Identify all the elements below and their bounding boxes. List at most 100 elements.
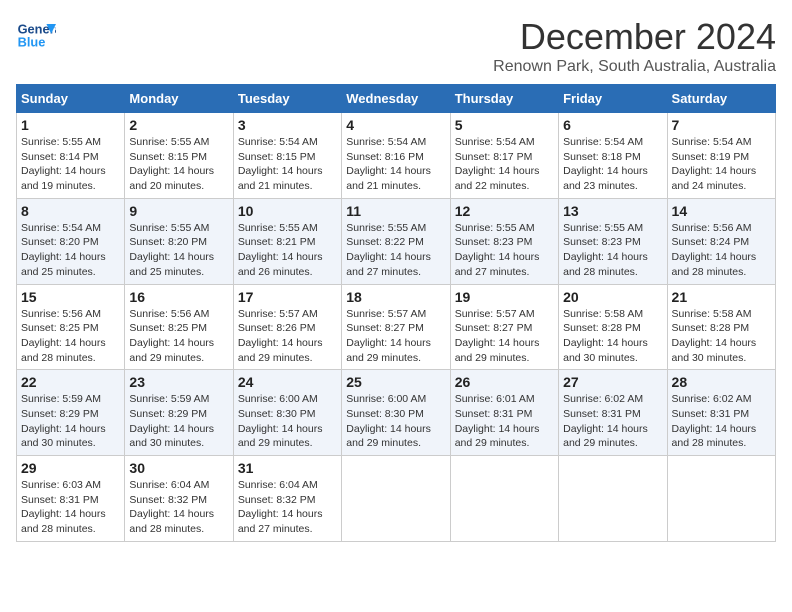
cell-daylight-info: Sunrise: 5:57 AM Sunset: 8:27 PM Dayligh… xyxy=(346,307,445,366)
day-number: 18 xyxy=(346,289,445,305)
day-number: 22 xyxy=(21,374,120,390)
calendar-cell: 21 Sunrise: 5:58 AM Sunset: 8:28 PM Dayli… xyxy=(667,284,775,370)
calendar-cell: 22 Sunrise: 5:59 AM Sunset: 8:29 PM Dayli… xyxy=(17,370,125,456)
day-number: 21 xyxy=(672,289,771,305)
calendar-cell: 11 Sunrise: 5:55 AM Sunset: 8:22 PM Dayli… xyxy=(342,198,450,284)
calendar-cell: 6Sunrise: 5:54 AM Sunset: 8:18 PM Daylig… xyxy=(559,113,667,199)
day-number: 14 xyxy=(672,203,771,219)
cell-daylight-info: Sunrise: 5:58 AM Sunset: 8:28 PM Dayligh… xyxy=(563,307,662,366)
calendar-cell: 30 Sunrise: 6:04 AM Sunset: 8:32 PM Dayli… xyxy=(125,456,233,542)
weekday-header-monday: Monday xyxy=(125,85,233,113)
calendar-cell: 2 Sunrise: 5:55 AM Sunset: 8:15 PM Daylig… xyxy=(125,113,233,199)
calendar-cell xyxy=(667,456,775,542)
location: Renown Park, South Australia, Australia xyxy=(493,58,776,76)
month-title: December 2024 xyxy=(493,16,776,58)
cell-daylight-info: Sunrise: 6:02 AM Sunset: 8:31 PM Dayligh… xyxy=(563,392,662,451)
calendar-cell: 12Sunrise: 5:55 AM Sunset: 8:23 PM Dayli… xyxy=(450,198,558,284)
cell-daylight-info: Sunrise: 5:56 AM Sunset: 8:24 PM Dayligh… xyxy=(672,221,771,280)
day-number: 24 xyxy=(238,374,337,390)
cell-daylight-info: Sunrise: 5:57 AM Sunset: 8:27 PM Dayligh… xyxy=(455,307,554,366)
cell-daylight-info: Sunrise: 5:59 AM Sunset: 8:29 PM Dayligh… xyxy=(129,392,228,451)
calendar-cell: 20 Sunrise: 5:58 AM Sunset: 8:28 PM Dayli… xyxy=(559,284,667,370)
calendar-cell: 18 Sunrise: 5:57 AM Sunset: 8:27 PM Dayli… xyxy=(342,284,450,370)
calendar-cell: 10 Sunrise: 5:55 AM Sunset: 8:21 PM Dayli… xyxy=(233,198,341,284)
cell-daylight-info: Sunrise: 5:56 AM Sunset: 8:25 PM Dayligh… xyxy=(21,307,120,366)
page-header: General Blue December 2024 Renown Park, … xyxy=(16,16,776,76)
calendar-cell: 4 Sunrise: 5:54 AM Sunset: 8:16 PM Daylig… xyxy=(342,113,450,199)
calendar-cell: 13 Sunrise: 5:55 AM Sunset: 8:23 PM Dayli… xyxy=(559,198,667,284)
cell-daylight-info: Sunrise: 5:55 AM Sunset: 8:23 PM Dayligh… xyxy=(563,221,662,280)
weekday-header-tuesday: Tuesday xyxy=(233,85,341,113)
day-number: 13 xyxy=(563,203,662,219)
calendar-table: SundayMondayTuesdayWednesdayThursdayFrid… xyxy=(16,84,776,542)
calendar-cell: 24 Sunrise: 6:00 AM Sunset: 8:30 PM Dayli… xyxy=(233,370,341,456)
calendar-cell: 25 Sunrise: 6:00 AM Sunset: 8:30 PM Dayli… xyxy=(342,370,450,456)
calendar-cell: 8Sunrise: 5:54 AM Sunset: 8:20 PM Daylig… xyxy=(17,198,125,284)
weekday-header-thursday: Thursday xyxy=(450,85,558,113)
calendar-cell: 31 Sunrise: 6:04 AM Sunset: 8:32 PM Dayli… xyxy=(233,456,341,542)
day-number: 23 xyxy=(129,374,228,390)
day-number: 2 xyxy=(129,117,228,133)
day-number: 4 xyxy=(346,117,445,133)
day-number: 7 xyxy=(672,117,771,133)
cell-daylight-info: Sunrise: 5:55 AM Sunset: 8:22 PM Dayligh… xyxy=(346,221,445,280)
weekday-header-saturday: Saturday xyxy=(667,85,775,113)
title-block: December 2024 Renown Park, South Austral… xyxy=(493,16,776,76)
day-number: 11 xyxy=(346,203,445,219)
calendar-cell xyxy=(450,456,558,542)
day-number: 5 xyxy=(455,117,554,133)
cell-daylight-info: Sunrise: 5:59 AM Sunset: 8:29 PM Dayligh… xyxy=(21,392,120,451)
calendar-cell: 15 Sunrise: 5:56 AM Sunset: 8:25 PM Dayli… xyxy=(17,284,125,370)
cell-daylight-info: Sunrise: 5:58 AM Sunset: 8:28 PM Dayligh… xyxy=(672,307,771,366)
cell-daylight-info: Sunrise: 5:55 AM Sunset: 8:21 PM Dayligh… xyxy=(238,221,337,280)
cell-daylight-info: Sunrise: 5:54 AM Sunset: 8:16 PM Dayligh… xyxy=(346,135,445,194)
day-number: 6 xyxy=(563,117,662,133)
calendar-cell: 16Sunrise: 5:56 AM Sunset: 8:25 PM Dayli… xyxy=(125,284,233,370)
cell-daylight-info: Sunrise: 5:54 AM Sunset: 8:20 PM Dayligh… xyxy=(21,221,120,280)
logo: General Blue xyxy=(16,16,60,56)
day-number: 28 xyxy=(672,374,771,390)
cell-daylight-info: Sunrise: 6:03 AM Sunset: 8:31 PM Dayligh… xyxy=(21,478,120,537)
day-number: 3 xyxy=(238,117,337,133)
day-number: 19 xyxy=(455,289,554,305)
cell-daylight-info: Sunrise: 5:55 AM Sunset: 8:23 PM Dayligh… xyxy=(455,221,554,280)
calendar-cell: 1 Sunrise: 5:55 AM Sunset: 8:14 PM Daylig… xyxy=(17,113,125,199)
svg-text:Blue: Blue xyxy=(18,34,46,49)
calendar-cell: 27 Sunrise: 6:02 AM Sunset: 8:31 PM Dayli… xyxy=(559,370,667,456)
day-number: 15 xyxy=(21,289,120,305)
cell-daylight-info: Sunrise: 5:54 AM Sunset: 8:17 PM Dayligh… xyxy=(455,135,554,194)
weekday-header-sunday: Sunday xyxy=(17,85,125,113)
cell-daylight-info: Sunrise: 5:54 AM Sunset: 8:19 PM Dayligh… xyxy=(672,135,771,194)
day-number: 26 xyxy=(455,374,554,390)
day-number: 30 xyxy=(129,460,228,476)
cell-daylight-info: Sunrise: 5:55 AM Sunset: 8:20 PM Dayligh… xyxy=(129,221,228,280)
calendar-cell: 5 Sunrise: 5:54 AM Sunset: 8:17 PM Daylig… xyxy=(450,113,558,199)
cell-daylight-info: Sunrise: 6:04 AM Sunset: 8:32 PM Dayligh… xyxy=(129,478,228,537)
day-number: 1 xyxy=(21,117,120,133)
calendar-cell xyxy=(559,456,667,542)
weekday-header-wednesday: Wednesday xyxy=(342,85,450,113)
calendar-cell: 19 Sunrise: 5:57 AM Sunset: 8:27 PM Dayli… xyxy=(450,284,558,370)
day-number: 10 xyxy=(238,203,337,219)
cell-daylight-info: Sunrise: 6:00 AM Sunset: 8:30 PM Dayligh… xyxy=(346,392,445,451)
cell-daylight-info: Sunrise: 5:55 AM Sunset: 8:14 PM Dayligh… xyxy=(21,135,120,194)
day-number: 31 xyxy=(238,460,337,476)
weekday-header-friday: Friday xyxy=(559,85,667,113)
cell-daylight-info: Sunrise: 6:02 AM Sunset: 8:31 PM Dayligh… xyxy=(672,392,771,451)
day-number: 25 xyxy=(346,374,445,390)
day-number: 29 xyxy=(21,460,120,476)
day-number: 20 xyxy=(563,289,662,305)
calendar-cell: 9 Sunrise: 5:55 AM Sunset: 8:20 PM Daylig… xyxy=(125,198,233,284)
cell-daylight-info: Sunrise: 6:00 AM Sunset: 8:30 PM Dayligh… xyxy=(238,392,337,451)
calendar-cell: 26 Sunrise: 6:01 AM Sunset: 8:31 PM Dayli… xyxy=(450,370,558,456)
calendar-cell: 28 Sunrise: 6:02 AM Sunset: 8:31 PM Dayli… xyxy=(667,370,775,456)
day-number: 9 xyxy=(129,203,228,219)
calendar-cell: 14 Sunrise: 5:56 AM Sunset: 8:24 PM Dayli… xyxy=(667,198,775,284)
cell-daylight-info: Sunrise: 6:01 AM Sunset: 8:31 PM Dayligh… xyxy=(455,392,554,451)
cell-daylight-info: Sunrise: 6:04 AM Sunset: 8:32 PM Dayligh… xyxy=(238,478,337,537)
cell-daylight-info: Sunrise: 5:55 AM Sunset: 8:15 PM Dayligh… xyxy=(129,135,228,194)
day-number: 27 xyxy=(563,374,662,390)
calendar-cell: 3Sunrise: 5:54 AM Sunset: 8:15 PM Daylig… xyxy=(233,113,341,199)
calendar-cell: 23 Sunrise: 5:59 AM Sunset: 8:29 PM Dayli… xyxy=(125,370,233,456)
day-number: 17 xyxy=(238,289,337,305)
